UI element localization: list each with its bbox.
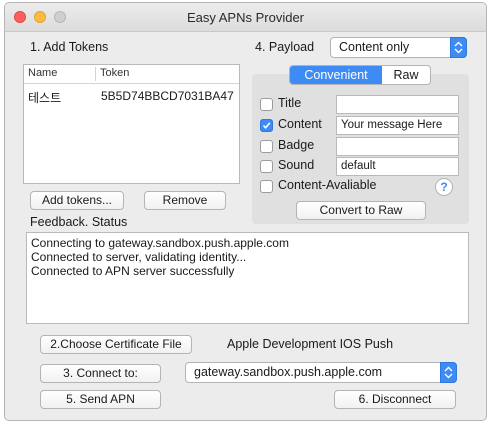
token-row-token: 5B5D74BBCD7031BA47 — [101, 89, 234, 103]
content-label: Content — [278, 117, 322, 131]
content-field[interactable]: Your message Here — [336, 116, 459, 135]
payload-mode-select[interactable]: Content only — [330, 37, 467, 58]
sound-label: Sound — [278, 158, 315, 172]
tab-convenient[interactable]: Convenient — [290, 66, 382, 84]
tokens-heading: 1. Add Tokens — [30, 40, 109, 54]
title-label: Title — [278, 96, 302, 110]
feedback-log[interactable]: Connecting to gateway.sandbox.push.apple… — [26, 232, 469, 324]
choose-certificate-button[interactable]: 2.Choose Certificate File — [40, 335, 192, 354]
table-row[interactable]: 테스트 5B5D74BBCD7031BA47 — [24, 88, 239, 106]
feedback-line: Connected to APN server successfully — [31, 264, 235, 278]
feedback-line: Connected to server, validating identity… — [31, 250, 247, 264]
server-value: gateway.sandbox.push.apple.com — [194, 365, 383, 379]
badge-checkbox[interactable] — [260, 140, 273, 153]
convert-to-raw-button[interactable]: Convert to Raw — [296, 201, 426, 220]
tab-raw[interactable]: Raw — [382, 66, 430, 84]
sound-field[interactable]: default — [336, 157, 459, 176]
certificate-name: Apple Development IOS Push — [227, 337, 394, 351]
badge-label: Badge — [278, 138, 315, 152]
token-row-name: 테스트 — [28, 91, 62, 105]
select-arrows-icon — [450, 37, 467, 58]
disconnect-button[interactable]: 6. Disconnect — [334, 390, 456, 409]
server-select[interactable]: gateway.sandbox.push.apple.com — [185, 362, 457, 383]
column-header-name[interactable]: Name — [28, 65, 57, 82]
title-checkbox[interactable] — [260, 98, 273, 111]
content-available-label: Content-Avaliable — [278, 178, 377, 192]
window-title: Easy APNs Provider — [186, 10, 305, 25]
payload-heading: 4. Payload — [255, 40, 315, 54]
title-bar: Easy APNs Provider — [5, 3, 486, 32]
add-tokens-button[interactable]: Add tokens... — [30, 191, 124, 210]
select-arrows-icon — [440, 362, 457, 383]
payload-mode-value: Content only — [339, 40, 410, 54]
feedback-line: Connecting to gateway.sandbox.push.apple… — [31, 236, 289, 250]
help-icon[interactable]: ? — [435, 178, 453, 196]
send-apn-button[interactable]: 5. Send APN — [40, 390, 161, 409]
payload-tab-control: Convenient Raw — [289, 65, 431, 85]
remove-token-button[interactable]: Remove — [144, 191, 226, 210]
app-window: Easy APNs Provider 1. Add Tokens Name To… — [4, 2, 487, 421]
badge-field[interactable] — [336, 137, 459, 156]
title-field[interactable] — [336, 95, 459, 114]
feedback-heading: Feedback. Status — [30, 215, 128, 229]
tokens-table[interactable]: Name Token 테스트 5B5D74BBCD7031BA47 — [23, 64, 240, 184]
content-checkbox[interactable] — [260, 119, 273, 132]
column-header-token[interactable]: Token — [100, 65, 129, 82]
content-available-checkbox[interactable] — [260, 180, 273, 193]
column-divider — [95, 67, 96, 81]
sound-checkbox[interactable] — [260, 160, 273, 173]
connect-button[interactable]: 3. Connect to: — [40, 364, 161, 383]
